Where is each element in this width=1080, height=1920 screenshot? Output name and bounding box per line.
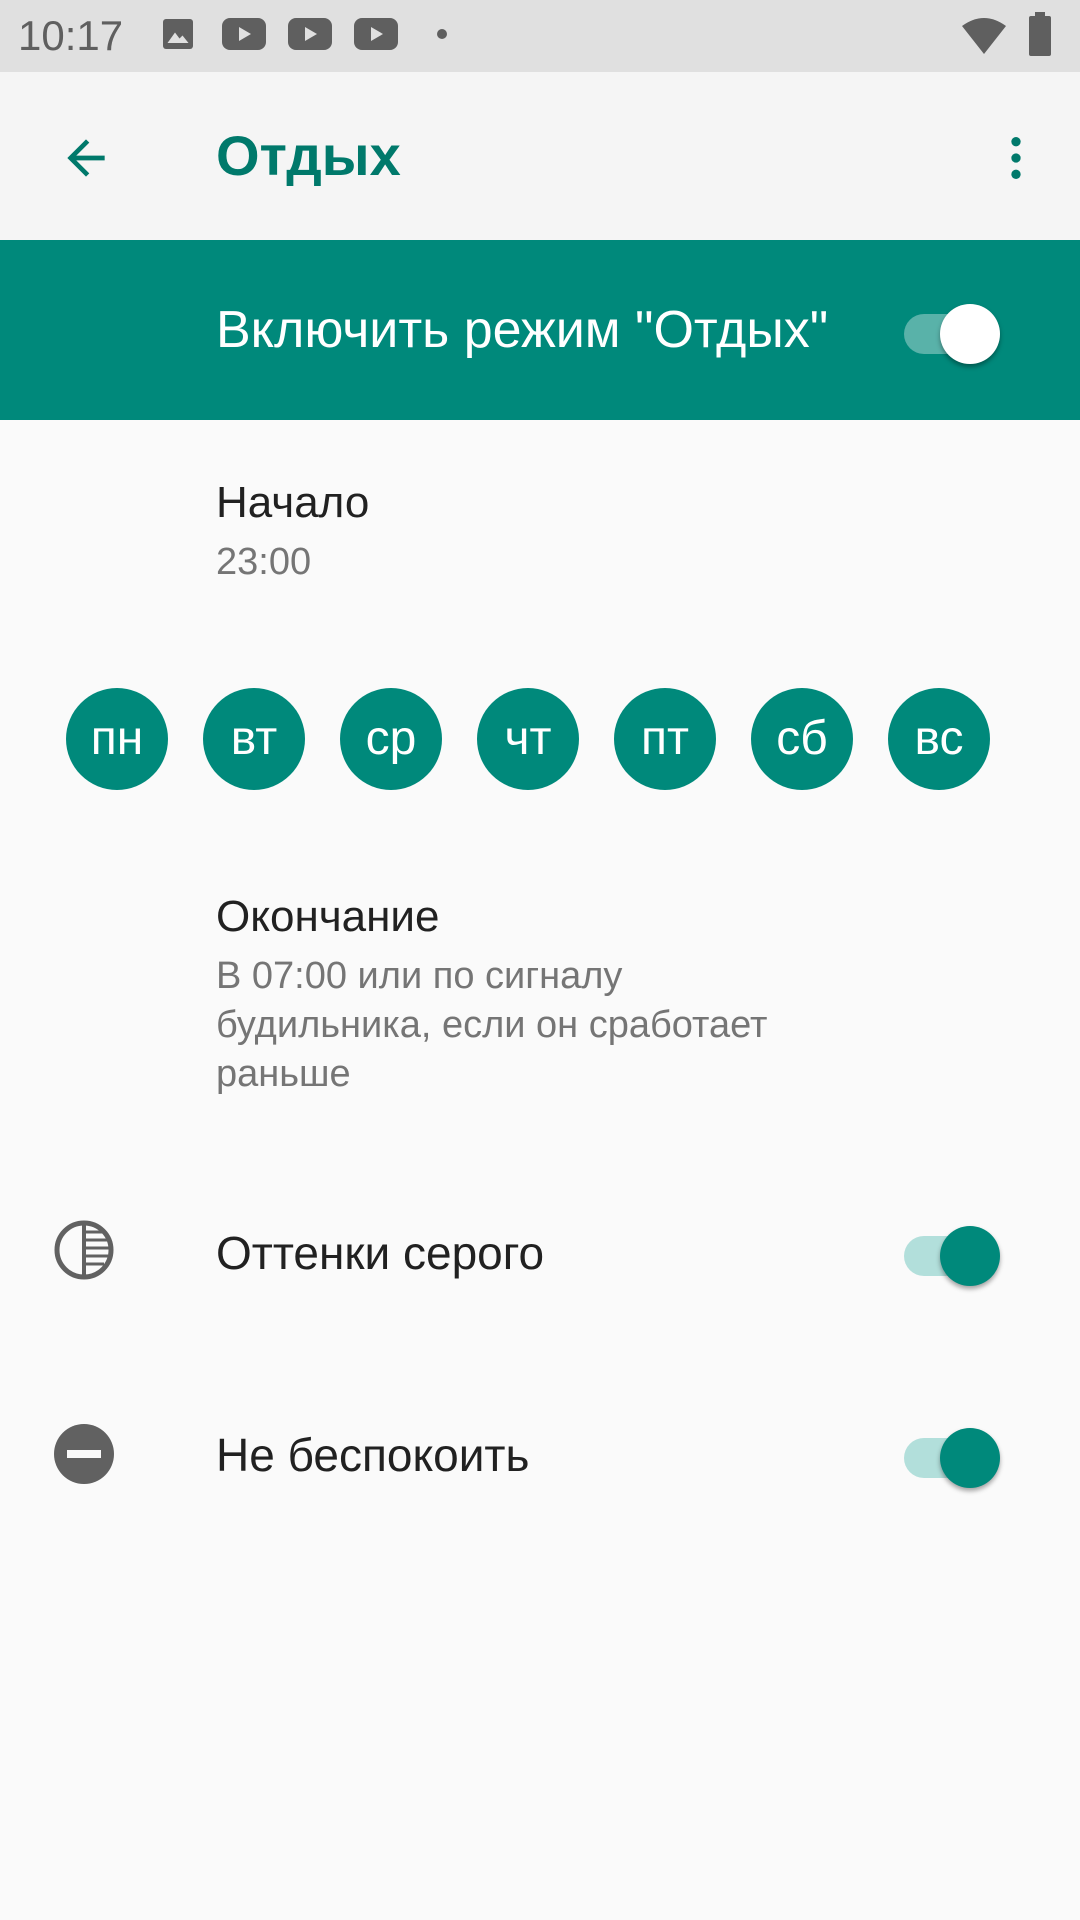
status-bar: 10:17	[0, 0, 1080, 72]
start-time-value: 23:00	[216, 541, 312, 583]
end-time-description-line1: В 07:00 или по сигналу	[216, 955, 623, 997]
page-title: Отдых	[216, 124, 401, 187]
system-icons	[960, 12, 1060, 60]
youtube-icon	[288, 18, 332, 50]
day-toggle-wed[interactable]: ср	[340, 688, 442, 790]
arrow-back-icon	[67, 139, 105, 177]
more-vert-icon	[1011, 137, 1021, 179]
day-toggle-fri[interactable]: пт	[614, 688, 716, 790]
start-time-item[interactable]: Начало 23:00	[0, 420, 1080, 650]
wifi-icon	[962, 18, 1006, 54]
master-switch-label: Включить режим "Отдых"	[216, 301, 829, 359]
days-of-week: пн вт ср чт пт сб вс	[66, 688, 1026, 790]
more-options-button[interactable]	[976, 118, 1056, 198]
day-toggle-thu[interactable]: чт	[477, 688, 579, 790]
image-icon	[163, 19, 193, 49]
day-toggle-tue[interactable]: вт	[203, 688, 305, 790]
grayscale-switch[interactable]	[900, 1218, 1000, 1286]
day-toggle-sat[interactable]: сб	[751, 688, 853, 790]
back-button[interactable]	[46, 118, 126, 198]
dot-icon	[437, 29, 447, 39]
end-time-description-line2: будильника, если он сработает	[216, 1004, 768, 1046]
dnd-label: Не беспокоить	[216, 1429, 530, 1481]
youtube-icon	[222, 18, 266, 50]
day-toggle-mon[interactable]: пн	[66, 688, 168, 790]
end-time-title: Окончание	[216, 892, 440, 941]
status-time: 10:17	[18, 12, 124, 59]
switch-thumb	[940, 1226, 1000, 1286]
switch-thumb	[940, 304, 1000, 364]
master-switch-bar[interactable]: Включить режим "Отдых"	[0, 240, 1080, 420]
grayscale-item[interactable]: Оттенки серого	[0, 1150, 1080, 1350]
end-time-description-line3: раньше	[216, 1053, 351, 1095]
do-not-disturb-icon	[54, 1424, 114, 1484]
day-toggle-sun[interactable]: вс	[888, 688, 990, 790]
dnd-item[interactable]: Не беспокоить	[0, 1350, 1080, 1550]
grayscale-icon	[54, 1220, 114, 1280]
switch-thumb	[940, 1428, 1000, 1488]
battery-icon	[1029, 12, 1051, 56]
master-switch[interactable]	[900, 296, 1000, 364]
start-time-title: Начало	[216, 478, 370, 527]
dnd-switch[interactable]	[900, 1420, 1000, 1488]
grayscale-label: Оттенки серого	[216, 1227, 545, 1279]
youtube-icon	[354, 18, 398, 50]
app-bar: Отдых	[0, 72, 1080, 240]
end-time-item[interactable]: Окончание В 07:00 или по сигналу будильн…	[0, 860, 1080, 1120]
